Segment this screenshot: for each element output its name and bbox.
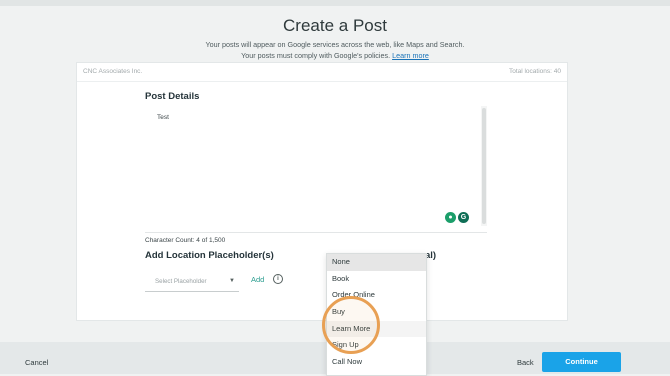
cancel-button[interactable]: Cancel bbox=[25, 358, 48, 367]
text-area-scrollbar[interactable] bbox=[481, 106, 487, 226]
dropdown-option-order-online[interactable]: Order Online bbox=[327, 287, 426, 304]
dropdown-option-buy[interactable]: Buy bbox=[327, 304, 426, 321]
dropdown-option-book[interactable]: Book bbox=[327, 271, 426, 288]
select-placeholder-dropdown[interactable]: Select Placeholder ▼ bbox=[145, 273, 239, 292]
text-area-underline bbox=[145, 232, 487, 233]
dropdown-option-sign-up[interactable]: Sign Up bbox=[327, 337, 426, 354]
grammarly-icon[interactable]: G bbox=[458, 212, 469, 223]
dropdown-option-learn-more[interactable]: Learn More bbox=[327, 320, 426, 338]
add-placeholder-button[interactable]: Add bbox=[251, 275, 264, 284]
scrollbar-thumb[interactable] bbox=[482, 108, 486, 224]
dropdown-option-call-now[interactable]: Call Now bbox=[327, 354, 426, 371]
character-count: Character Count: 4 of 1,500 bbox=[145, 237, 226, 244]
post-card: CNC Associates Inc. Total locations: 40 … bbox=[76, 62, 568, 321]
chevron-down-icon: ▼ bbox=[229, 278, 235, 284]
post-details-title: Post Details bbox=[145, 91, 200, 102]
card-divider bbox=[77, 81, 567, 82]
top-strip bbox=[0, 0, 670, 6]
location-pin-icon[interactable]: ● bbox=[445, 212, 456, 223]
call-to-action-dropdown-menu: None Book Order Online Buy Learn More Si… bbox=[326, 253, 427, 376]
continue-button[interactable]: Continue bbox=[542, 352, 621, 372]
subtitle-line-2: Your posts must comply with Google's pol… bbox=[0, 51, 670, 60]
learn-more-link[interactable]: Learn more bbox=[392, 51, 429, 60]
post-text-area[interactable]: Test bbox=[145, 106, 487, 232]
subtitle-policy-text: Your posts must comply with Google's pol… bbox=[241, 51, 391, 60]
post-text-value: Test bbox=[157, 114, 169, 121]
business-name: CNC Associates Inc. bbox=[83, 68, 143, 75]
info-icon[interactable]: i bbox=[273, 274, 283, 284]
add-location-placeholder-title: Add Location Placeholder(s) bbox=[145, 250, 274, 261]
subtitle-line-1: Your posts will appear on Google service… bbox=[205, 40, 465, 49]
back-button[interactable]: Back bbox=[517, 358, 534, 367]
total-locations: Total locations: 40 bbox=[508, 68, 561, 75]
select-placeholder-text: Select Placeholder bbox=[155, 278, 207, 285]
page-title: Create a Post bbox=[283, 16, 387, 35]
dropdown-option-none[interactable]: None bbox=[327, 254, 426, 271]
